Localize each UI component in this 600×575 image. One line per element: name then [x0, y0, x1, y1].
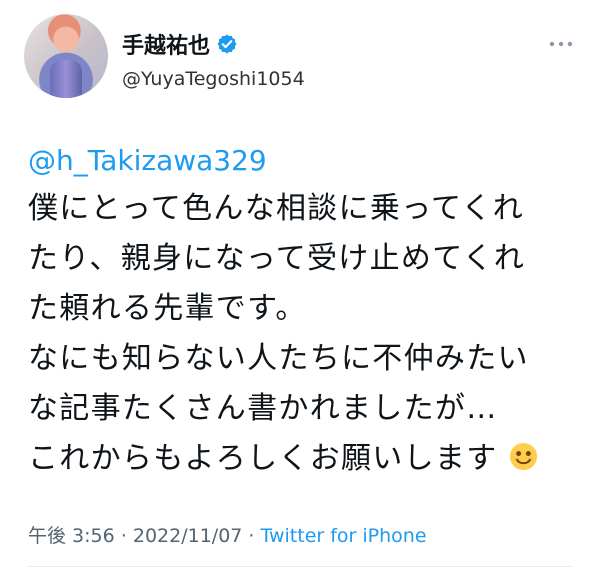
meta-separator: · [120, 525, 127, 547]
divider [28, 566, 572, 567]
tweet-body: @h_Takizawa329 僕にとって色んな相談に乗ってくれ たり、親身になっ… [28, 143, 573, 484]
smiling-face-emoji [510, 442, 538, 471]
reply-mention-link[interactable]: @h_Takizawa329 [28, 143, 573, 179]
tweet-line: なにも知らない人たちに不仲みたい [28, 341, 529, 376]
display-name[interactable]: 手越祐也 [122, 28, 210, 60]
meta-separator: · [248, 525, 255, 547]
more-options-icon[interactable] [548, 40, 574, 48]
tweet-line-text: これからもよろしくお願いします [28, 441, 498, 476]
author-row: 手越祐也 [122, 27, 238, 61]
tweet-line: たり、親身になって受け止めてくれ [28, 241, 526, 276]
tweet-line: た頼れる先輩です。 [28, 291, 307, 326]
tweet-meta: 午後 3:56 · 2022/11/07 · Twitter for iPhon… [28, 521, 427, 548]
tweet-time[interactable]: 午後 3:56 [28, 525, 115, 547]
tweet-date[interactable]: 2022/11/07 [133, 525, 243, 547]
verified-badge-icon [216, 33, 238, 55]
tweet-source-link[interactable]: Twitter for iPhone [261, 525, 427, 547]
tweet-line-last: これからもよろしくお願いします [28, 434, 573, 484]
user-handle[interactable]: @YuyaTegoshi1054 [122, 68, 305, 90]
avatar[interactable] [24, 14, 108, 98]
tweet-line: な記事たくさん書かれましたが… [28, 391, 498, 426]
tweet-line: 僕にとって色んな相談に乗ってくれ [28, 191, 524, 226]
